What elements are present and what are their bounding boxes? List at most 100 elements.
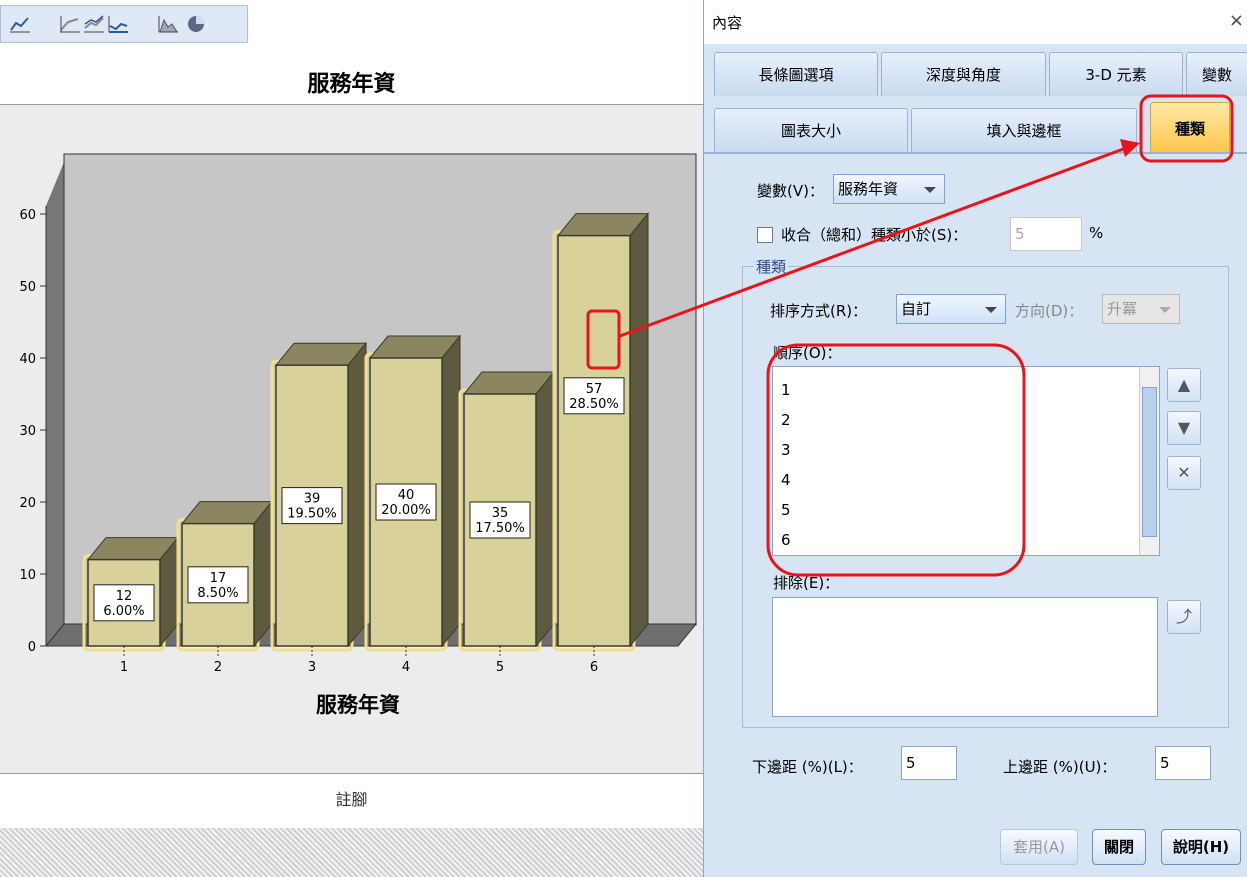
sort-label: 排序方式(R)： (770, 302, 868, 320)
sort-dropdown[interactable]: 自訂 (896, 294, 1006, 324)
order-list[interactable]: 1 2 3 4 5 6 (772, 366, 1160, 556)
x-tick-label[interactable]: 4 (402, 660, 410, 675)
properties-dialog: 內容 × 長條圖選項 深度與角度 3-D 元素 變數 圖表大小 填入與邊框 種類… (703, 0, 1247, 877)
order-list-scrollbar[interactable] (1139, 367, 1159, 555)
upper-margin-input[interactable]: 5 (1155, 746, 1211, 780)
close-button[interactable]: 關閉 (1092, 829, 1146, 865)
y-tick-label[interactable]: 60 (19, 208, 36, 223)
x-tick-label[interactable]: 5 (496, 660, 504, 675)
bar-group[interactable]: 3919.50% (270, 341, 368, 652)
order-label: 順序(O)： (773, 344, 842, 362)
variable-dropdown[interactable]: 服務年資 (833, 174, 945, 204)
lower-margin-label: 下邊距 (%)(L)： (752, 758, 863, 776)
background-texture (0, 828, 703, 877)
x-tick-label[interactable]: 3 (308, 660, 316, 675)
tab-chart-size[interactable]: 圖表大小 (714, 108, 908, 152)
direction-dropdown-value: 升冪 (1107, 300, 1138, 318)
left-wall (46, 162, 64, 646)
order-item[interactable]: 5 (781, 501, 791, 519)
chevron-down-icon (985, 307, 997, 313)
restore-icon[interactable]: ⤴ (1167, 600, 1201, 634)
chart-title[interactable]: 服務年資 (0, 66, 703, 98)
bar-group[interactable]: 3517.50% (458, 370, 556, 652)
bar-side (441, 334, 461, 648)
order-item[interactable]: 6 (781, 531, 791, 549)
tab-fill-border[interactable]: 填入與邊框 (911, 108, 1137, 152)
order-item[interactable]: 3 (781, 441, 791, 459)
data-label-count[interactable]: 39 (304, 492, 321, 507)
line-chart-icon[interactable] (9, 14, 31, 34)
data-label-count[interactable]: 17 (210, 571, 227, 586)
plot-area[interactable]: 0 10 20 30 40 50 60 12 6.00% 17 8.50% 39 19.50% 40 20… (0, 104, 703, 774)
x-tick-label[interactable]: 1 (120, 660, 128, 675)
tab-categories[interactable]: 種類 (1150, 102, 1230, 154)
y-tick-label[interactable]: 30 (19, 424, 36, 439)
y-tick-label[interactable]: 10 (19, 568, 36, 583)
order-item[interactable]: 4 (781, 471, 791, 489)
collapse-label: 收合（總和）種類小於(S)： (781, 226, 968, 244)
direction-label: 方向(D)： (1015, 302, 1084, 320)
bar-side (629, 212, 649, 648)
y-tick-label[interactable]: 0 (28, 640, 36, 655)
data-label-percent[interactable]: 19.50% (287, 507, 337, 522)
chevron-down-icon (1159, 307, 1171, 313)
apply-button[interactable]: 套用(A) (1000, 829, 1078, 865)
variable-label: 變數(V)： (757, 182, 824, 200)
data-label-percent[interactable]: 6.00% (103, 604, 144, 619)
exclude-icon[interactable]: ✕ (1167, 456, 1201, 490)
bar-side (535, 370, 555, 648)
collapse-unit: % (1089, 224, 1104, 242)
data-label-percent[interactable]: 28.50% (569, 397, 619, 412)
sort-dropdown-value: 自訂 (901, 300, 932, 318)
bar-group[interactable]: 178.50% (176, 500, 274, 652)
close-icon[interactable]: × (1229, 10, 1244, 31)
collapse-percent-input[interactable]: 5 (1010, 217, 1082, 251)
excluded-list[interactable] (772, 597, 1158, 717)
bar-group[interactable]: 4020.00% (364, 334, 462, 652)
upper-margin-label: 上邊距 (%)(U)： (1003, 758, 1117, 776)
bar-group[interactable]: 5728.50% (552, 212, 650, 652)
dialog-titlebar: 內容 × (704, 0, 1247, 44)
bar-side (347, 341, 367, 648)
tab-3d-elements[interactable]: 3-D 元素 (1049, 52, 1183, 96)
order-item[interactable]: 2 (781, 411, 791, 429)
data-label-count[interactable]: 12 (116, 589, 133, 604)
bar-side (253, 500, 273, 648)
help-button[interactable]: 說明(H) (1161, 829, 1241, 865)
data-label-percent[interactable]: 8.50% (197, 586, 238, 601)
chart-panel: 服務年資 0 10 20 30 40 50 60 12 6.00% 17 8.50% 39 19.50… (0, 0, 703, 877)
order-item[interactable]: 1 (781, 381, 791, 399)
data-label-percent[interactable]: 20.00% (381, 503, 431, 518)
area-chart-icon[interactable] (157, 14, 179, 34)
bar[interactable] (557, 234, 631, 647)
data-label-count[interactable]: 57 (586, 382, 603, 397)
tab-variables[interactable]: 變數 (1186, 52, 1247, 96)
difference-area-chart-icon[interactable] (107, 14, 129, 34)
high-low-chart-icon[interactable] (83, 14, 105, 34)
chart-footnote[interactable]: 註腳 (0, 786, 703, 810)
pie-chart-icon[interactable] (185, 14, 207, 34)
chevron-down-icon (924, 187, 936, 193)
scrollbar-thumb[interactable] (1142, 387, 1157, 537)
variable-dropdown-value: 服務年資 (838, 180, 899, 198)
data-label-count[interactable]: 35 (492, 506, 509, 521)
move-down-icon[interactable]: ▼ (1167, 411, 1201, 445)
data-label-count[interactable]: 40 (398, 488, 415, 503)
data-label-percent[interactable]: 17.50% (475, 521, 525, 536)
y-tick-label[interactable]: 20 (19, 496, 36, 511)
bar-group[interactable]: 126.00% (82, 536, 180, 652)
tab-divider (704, 152, 1247, 154)
move-up-icon[interactable]: ▲ (1167, 368, 1201, 402)
collapse-checkbox[interactable] (757, 227, 773, 243)
bar-chart[interactable]: 0102030405060 126.00%178.50%3919.50%4020… (0, 105, 703, 773)
tab-bar-options[interactable]: 長條圖選項 (714, 52, 878, 96)
y-tick-label[interactable]: 50 (19, 280, 36, 295)
x-tick-label[interactable]: 2 (214, 660, 222, 675)
y-tick-label[interactable]: 40 (19, 352, 36, 367)
lower-margin-input[interactable]: 5 (901, 746, 957, 780)
x-axis-title[interactable]: 服務年資 (316, 692, 400, 717)
dropline-chart-icon[interactable] (59, 14, 81, 34)
tab-depth-angle[interactable]: 深度與角度 (881, 52, 1046, 96)
direction-dropdown[interactable]: 升冪 (1102, 294, 1180, 324)
x-tick-label[interactable]: 6 (590, 660, 598, 675)
